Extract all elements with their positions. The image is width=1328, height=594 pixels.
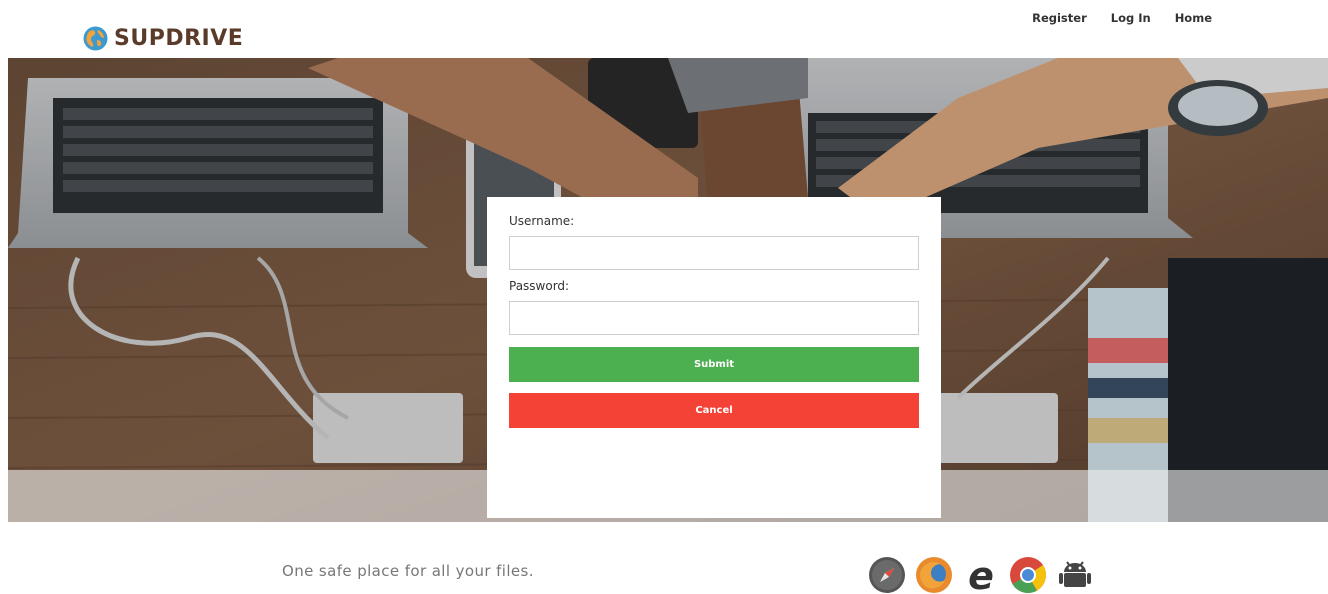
safari-icon [869, 557, 905, 593]
username-input[interactable] [509, 236, 919, 270]
globe-icon [83, 26, 108, 51]
password-label: Password: [509, 279, 570, 293]
internet-explorer-icon: e [968, 556, 994, 594]
firefox-icon [916, 557, 952, 593]
nav-register-link[interactable]: Register [1024, 11, 1095, 25]
password-input[interactable] [509, 301, 919, 335]
submit-button[interactable]: Submit [509, 347, 919, 382]
logo[interactable]: SUPDRIVE [83, 26, 243, 51]
cancel-button[interactable]: Cancel [509, 393, 919, 428]
svg-text:e: e [968, 556, 994, 594]
logo-text: SUPDRIVE [114, 26, 244, 51]
browser-icons: e [868, 556, 1094, 594]
tagline: One safe place for all your files. [282, 562, 534, 580]
login-page: SUPDRIVE Register Log In Home Username: … [0, 0, 1328, 594]
username-label: Username: [509, 214, 575, 228]
chrome-icon [1010, 557, 1047, 594]
top-nav: Register Log In Home [1016, 11, 1220, 25]
android-icon [1059, 561, 1091, 587]
nav-login-link[interactable]: Log In [1103, 11, 1159, 25]
login-form: Username: Password: Submit Cancel [487, 197, 941, 518]
nav-home-link[interactable]: Home [1167, 11, 1220, 25]
